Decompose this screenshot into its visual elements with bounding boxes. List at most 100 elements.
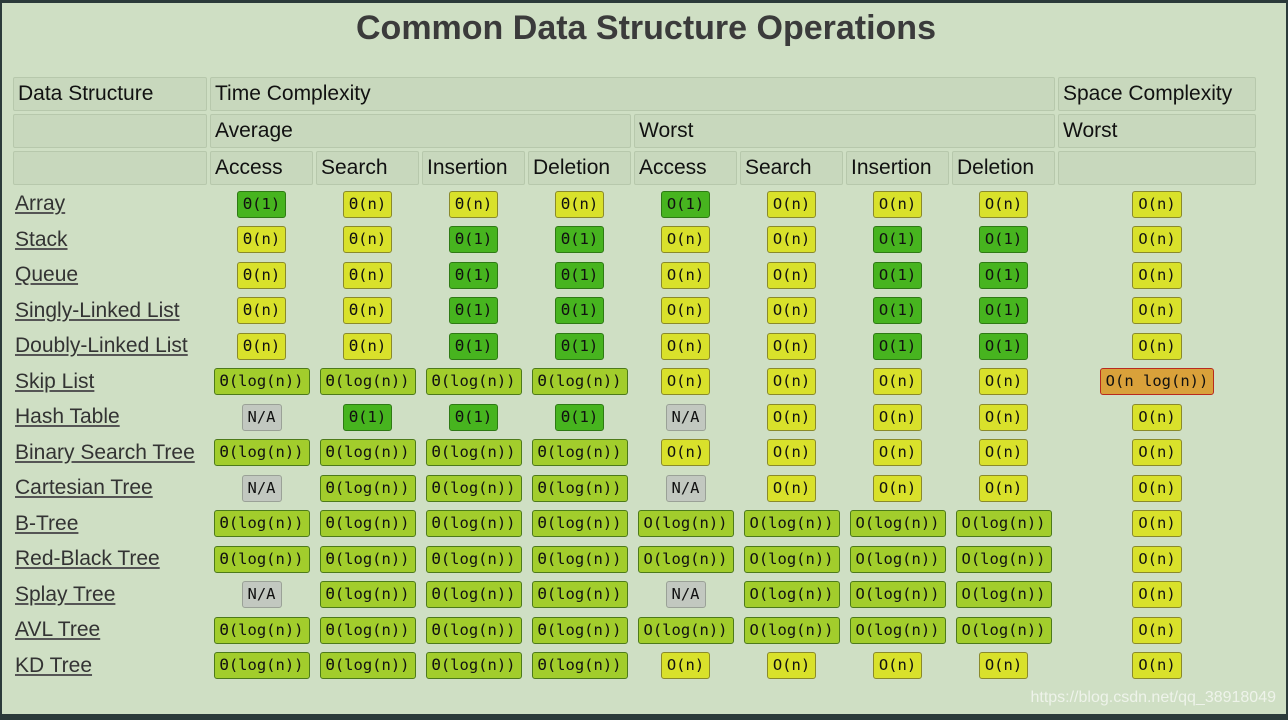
- cell-worst-deletion: O(log(n)): [952, 579, 1055, 612]
- cell-avg-search: Θ(n): [316, 330, 419, 363]
- table-row: Array Θ(1) Θ(n) Θ(n) Θ(n) O(1) O(n) O(n) O(n) O(n…: [13, 188, 1256, 221]
- complexity-badge: Θ(log(n)): [531, 368, 628, 396]
- table-row: AVL Tree Θ(log(n)) Θ(log(n)) Θ(log(n)) Θ(log…: [13, 614, 1256, 647]
- cell-avg-search: Θ(log(n)): [316, 437, 419, 470]
- complexity-badge: Θ(log(n)): [531, 581, 628, 609]
- table-row: Binary Search Tree Θ(log(n)) Θ(log(n)) Θ(lo…: [13, 437, 1256, 470]
- complexity-badge: O(log(n)): [955, 545, 1052, 573]
- cell-space-worst: O(n): [1058, 401, 1256, 434]
- row-name-cell: KD Tree: [13, 650, 207, 683]
- header-blank: [13, 114, 207, 148]
- cell-worst-search: O(n): [740, 330, 843, 363]
- complexity-badge: Θ(n): [554, 190, 605, 218]
- complexity-badge: O(n log(n)): [1099, 368, 1215, 396]
- complexity-badge: O(n): [978, 439, 1029, 467]
- complexity-badge: O(log(n)): [849, 616, 946, 644]
- cell-avg-access: Θ(log(n)): [210, 437, 313, 470]
- complexity-badge: Θ(n): [342, 297, 393, 325]
- table-row: Cartesian Tree N/A Θ(log(n)) Θ(log(n)) Θ(log…: [13, 472, 1256, 505]
- data-structure-link[interactable]: Hash Table: [15, 405, 120, 428]
- data-structure-link[interactable]: Cartesian Tree: [15, 476, 153, 499]
- complexity-badge: Θ(log(n)): [319, 652, 416, 680]
- cell-worst-access: O(n): [634, 224, 737, 257]
- complexity-badge: N/A: [665, 581, 706, 609]
- cell-worst-insertion: O(n): [846, 366, 949, 399]
- table-row: Doubly-Linked List Θ(n) Θ(n) Θ(1) Θ(1) O(n) O(…: [13, 330, 1256, 363]
- page: Common Data Structure Operations Data St…: [2, 3, 1286, 714]
- data-structure-link[interactable]: B-Tree: [15, 512, 78, 535]
- complexity-badge: Θ(1): [554, 297, 605, 325]
- cell-worst-search: O(n): [740, 401, 843, 434]
- cell-space-worst: O(n): [1058, 614, 1256, 647]
- complexity-badge: O(n): [1132, 190, 1182, 218]
- header-worst-search: Search: [740, 151, 843, 185]
- complexity-badge: O(n): [978, 190, 1029, 218]
- complexity-badge: O(1): [872, 261, 923, 289]
- complexity-badge: Θ(log(n)): [425, 439, 522, 467]
- cell-worst-deletion: O(log(n)): [952, 614, 1055, 647]
- row-name-cell: B-Tree: [13, 508, 207, 541]
- cell-worst-search: O(n): [740, 472, 843, 505]
- cell-avg-insertion: Θ(n): [422, 188, 525, 221]
- cell-worst-deletion: O(log(n)): [952, 543, 1055, 576]
- cell-avg-access: Θ(1): [210, 188, 313, 221]
- cell-space-worst: O(n): [1058, 472, 1256, 505]
- table-row: Singly-Linked List Θ(n) Θ(n) Θ(1) Θ(1) O(n) O(…: [13, 295, 1256, 328]
- cell-worst-insertion: O(n): [846, 472, 949, 505]
- cell-avg-insertion: Θ(log(n)): [422, 437, 525, 470]
- data-structure-link[interactable]: Singly-Linked List: [15, 299, 180, 322]
- cell-avg-insertion: Θ(log(n)): [422, 472, 525, 505]
- data-structure-link[interactable]: Skip List: [15, 370, 94, 393]
- cell-avg-insertion: Θ(log(n)): [422, 543, 525, 576]
- cell-avg-access: Θ(log(n)): [210, 543, 313, 576]
- cell-worst-insertion: O(n): [846, 188, 949, 221]
- complexity-badge: Θ(1): [554, 261, 605, 289]
- data-structure-link[interactable]: Array: [15, 192, 65, 215]
- data-structure-link[interactable]: Binary Search Tree: [15, 441, 195, 464]
- complexity-badge: O(n): [660, 261, 711, 289]
- data-structure-link[interactable]: Doubly-Linked List: [15, 334, 188, 357]
- cell-worst-deletion: O(n): [952, 437, 1055, 470]
- cell-avg-search: Θ(log(n)): [316, 650, 419, 683]
- complexity-badge: N/A: [241, 581, 282, 609]
- cell-worst-access: O(n): [634, 259, 737, 292]
- cell-avg-access: Θ(n): [210, 224, 313, 257]
- header-worst-deletion: Deletion: [952, 151, 1055, 185]
- complexity-badge: Θ(log(n)): [319, 616, 416, 644]
- complexity-badge: Θ(log(n)): [425, 474, 522, 502]
- cell-avg-access: Θ(n): [210, 330, 313, 363]
- header-worst-access: Access: [634, 151, 737, 185]
- data-structure-link[interactable]: AVL Tree: [15, 618, 100, 641]
- data-structure-link[interactable]: Stack: [15, 228, 68, 251]
- cell-avg-deletion: Θ(1): [528, 401, 631, 434]
- cell-avg-insertion: Θ(log(n)): [422, 579, 525, 612]
- complexity-badge: O(n): [1132, 545, 1182, 573]
- row-name-cell: Singly-Linked List: [13, 295, 207, 328]
- complexity-badge: O(log(n)): [743, 545, 840, 573]
- data-structure-link[interactable]: KD Tree: [15, 654, 92, 677]
- cell-worst-deletion: O(n): [952, 472, 1055, 505]
- cell-avg-insertion: Θ(log(n)): [422, 614, 525, 647]
- complexity-badge: O(1): [872, 297, 923, 325]
- complexity-badge: Θ(log(n)): [425, 652, 522, 680]
- complexity-badge: Θ(1): [554, 226, 605, 254]
- complexity-badge: O(n): [1132, 616, 1182, 644]
- complexity-badge: O(n): [766, 652, 817, 680]
- cell-avg-search: Θ(log(n)): [316, 579, 419, 612]
- cell-avg-search: Θ(n): [316, 224, 419, 257]
- complexity-badge: O(1): [872, 332, 923, 360]
- data-structure-link[interactable]: Red-Black Tree: [15, 547, 160, 570]
- row-name-cell: Queue: [13, 259, 207, 292]
- cell-avg-search: Θ(log(n)): [316, 508, 419, 541]
- row-name-cell: Splay Tree: [13, 579, 207, 612]
- complexity-badge: Θ(log(n)): [213, 616, 310, 644]
- cell-worst-search: O(n): [740, 224, 843, 257]
- data-structure-link[interactable]: Splay Tree: [15, 583, 115, 606]
- complexity-badge: Θ(log(n)): [531, 510, 628, 538]
- header-blank: [13, 151, 207, 185]
- complexity-badge: O(n): [660, 226, 711, 254]
- cell-avg-deletion: Θ(log(n)): [528, 437, 631, 470]
- data-structure-link[interactable]: Queue: [15, 263, 78, 286]
- cell-space-worst: O(n): [1058, 259, 1256, 292]
- header-avg-access: Access: [210, 151, 313, 185]
